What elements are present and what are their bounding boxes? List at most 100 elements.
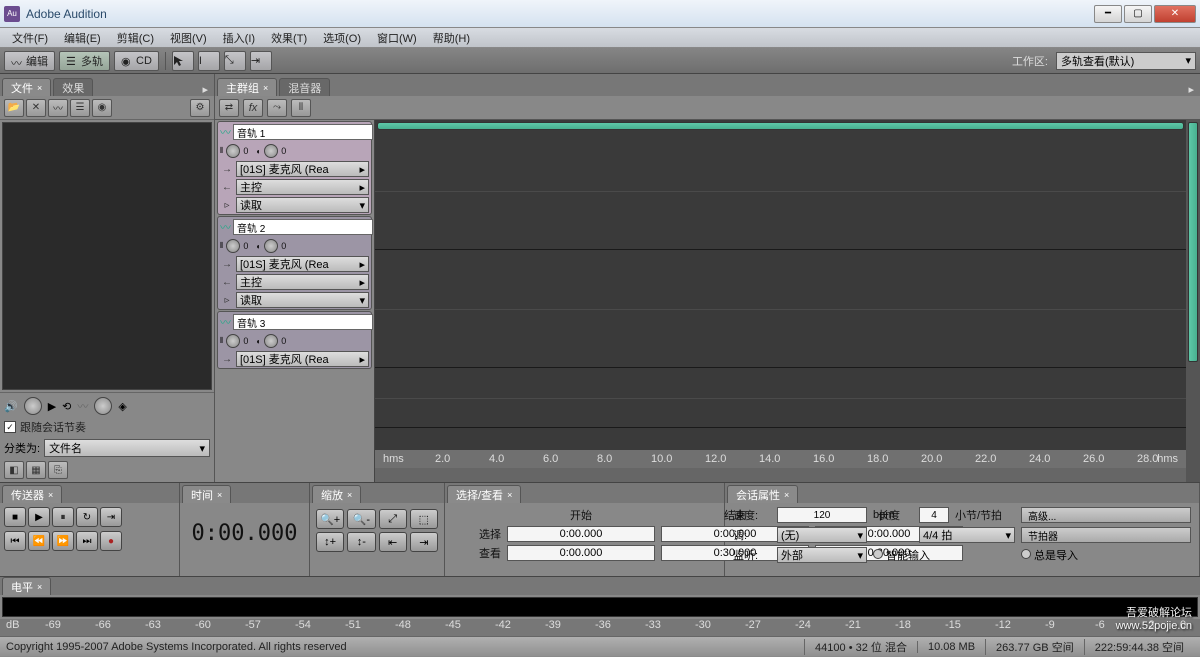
- inputs-button[interactable]: ⇄: [219, 99, 239, 117]
- preview-icon[interactable]: 〰: [77, 398, 88, 414]
- sel-start-input[interactable]: [507, 526, 655, 542]
- forward-button[interactable]: ⏩: [52, 531, 74, 551]
- eq-button[interactable]: ⫴: [291, 99, 311, 117]
- tab-levels[interactable]: 电平×: [2, 577, 51, 595]
- play-button[interactable]: ▶: [28, 507, 50, 527]
- menu-options[interactable]: 选项(O): [315, 28, 369, 48]
- time-select-tool[interactable]: I: [198, 51, 220, 71]
- vertical-scrollbar[interactable]: [1186, 120, 1200, 482]
- sort-dropdown[interactable]: 文件名▾: [44, 439, 210, 457]
- track-lane-3[interactable]: [375, 368, 1186, 428]
- stop-button[interactable]: ■: [4, 507, 26, 527]
- time-ruler[interactable]: hms 2.0 4.0 6.0 8.0 10.0 12.0 14.0 16.0 …: [375, 450, 1186, 468]
- tab-transport[interactable]: 传送器×: [2, 485, 62, 503]
- fx-button[interactable]: fx: [243, 99, 263, 117]
- input-select[interactable]: [01S] 麦克风 (Rea▸: [236, 351, 369, 367]
- automation-select[interactable]: 读取▾: [236, 197, 369, 213]
- rewind-button[interactable]: ⏪: [28, 531, 50, 551]
- hybrid-tool[interactable]: ⤡: [224, 51, 246, 71]
- smart-input-radio[interactable]: [873, 549, 883, 559]
- track-name-input[interactable]: [233, 219, 373, 235]
- minimize-button[interactable]: ━: [1094, 5, 1122, 23]
- zoom-selection-button[interactable]: ⬚: [410, 509, 438, 529]
- pan-knob[interactable]: [264, 144, 278, 158]
- track-name-input[interactable]: [233, 124, 373, 140]
- view-start-input[interactable]: [507, 545, 655, 561]
- autoplay-icon[interactable]: ▶: [48, 400, 56, 413]
- loop-icon[interactable]: ⟲: [62, 400, 71, 413]
- input-select[interactable]: [01S] 麦克风 (Rea▸: [236, 161, 369, 177]
- advanced-button[interactable]: 高级...: [1021, 507, 1191, 523]
- menu-file[interactable]: 文件(F): [4, 28, 56, 48]
- track-lane-2[interactable]: [375, 250, 1186, 368]
- track-header-2[interactable]: 〰 M S R ⫴0◐0 →[01S] 麦克风 (Rea▸ ←主控▸ ▹读取▾: [217, 216, 372, 310]
- panel-menu-button[interactable]: ▸: [198, 83, 212, 96]
- pause-button[interactable]: ⏸: [52, 507, 74, 527]
- metronome-button[interactable]: 节拍器: [1021, 527, 1191, 543]
- timeline-overview[interactable]: [377, 122, 1184, 130]
- close-icon[interactable]: ×: [37, 83, 42, 93]
- tab-zoom[interactable]: 缩放×: [312, 485, 361, 503]
- file-list[interactable]: [2, 122, 212, 390]
- track-header-3[interactable]: 〰 M S R ⫴0◐0 →[01S] 麦克风 (Rea▸: [217, 311, 372, 369]
- output-select[interactable]: 主控▸: [236, 274, 369, 290]
- volume-knob[interactable]: [226, 144, 240, 158]
- zoom-out-v-button[interactable]: ↕-: [347, 532, 375, 552]
- horizontal-scrollbar[interactable]: [375, 468, 1186, 482]
- tab-selection-view[interactable]: 选择/查看×: [447, 485, 521, 503]
- tab-effects[interactable]: 效果: [53, 78, 93, 96]
- pan-knob[interactable]: [264, 239, 278, 253]
- monitoring-select[interactable]: 外部▾: [777, 547, 867, 563]
- multitrack-mode-button[interactable]: ☰多轨: [59, 51, 110, 71]
- always-input-radio[interactable]: [1021, 549, 1031, 559]
- zoom-full-button[interactable]: ⤢: [379, 509, 407, 529]
- tab-session-props[interactable]: 会话属性×: [727, 485, 798, 503]
- close-button[interactable]: ✕: [1154, 5, 1196, 23]
- close-file-button[interactable]: ✕: [26, 99, 46, 117]
- preview-knob[interactable]: [94, 397, 112, 415]
- zoom-in-h-button[interactable]: 🔍+: [316, 509, 344, 529]
- sends-button[interactable]: ⤳: [267, 99, 287, 117]
- timesig-select[interactable]: 4/4 拍▾: [919, 527, 1015, 543]
- input-select[interactable]: [01S] 麦克风 (Rea▸: [236, 256, 369, 272]
- full-path-button[interactable]: ⎘: [48, 461, 68, 479]
- volume-knob[interactable]: [226, 239, 240, 253]
- menu-help[interactable]: 帮助(H): [425, 28, 478, 48]
- menu-insert[interactable]: 插入(I): [215, 28, 263, 48]
- insert-cd-button[interactable]: ◉: [92, 99, 112, 117]
- go-end-button[interactable]: ⏭: [76, 531, 98, 551]
- level-meter[interactable]: [2, 597, 1198, 617]
- zoom-out-h-button[interactable]: 🔍-: [347, 509, 375, 529]
- output-select[interactable]: 主控▸: [236, 179, 369, 195]
- scrub-tool[interactable]: ⇥: [250, 51, 272, 71]
- play-looped-button[interactable]: ↻: [76, 507, 98, 527]
- tab-main-group[interactable]: 主群组×: [217, 78, 277, 96]
- menu-view[interactable]: 视图(V): [162, 28, 215, 48]
- menu-window[interactable]: 窗口(W): [369, 28, 425, 48]
- options-button[interactable]: ⚙: [190, 99, 210, 117]
- move-tool[interactable]: [172, 51, 194, 71]
- zoom-in-right-button[interactable]: ⇥: [410, 532, 438, 552]
- record-button[interactable]: ●: [100, 531, 122, 551]
- tempo-input[interactable]: [777, 507, 867, 523]
- time-display[interactable]: 0:00.000: [180, 503, 309, 564]
- edit-file-button[interactable]: 〰: [48, 99, 68, 117]
- track-header-1[interactable]: 〰 M S R ⫴0◐0 →[01S] 麦克风 (Rea▸ ←主控▸ ▹读取▾: [217, 121, 372, 215]
- tab-files[interactable]: 文件×: [2, 78, 51, 96]
- cd-mode-button[interactable]: ◉CD: [114, 51, 159, 71]
- go-start-button[interactable]: ⏮: [4, 531, 26, 551]
- close-icon[interactable]: ×: [263, 83, 268, 93]
- maximize-button[interactable]: ▢: [1124, 5, 1152, 23]
- bars-input[interactable]: [919, 507, 949, 523]
- automation-select[interactable]: 读取▾: [236, 292, 369, 308]
- menu-edit[interactable]: 编辑(E): [56, 28, 109, 48]
- volume-knob[interactable]: [24, 397, 42, 415]
- speaker-icon[interactable]: 🔊: [4, 400, 18, 413]
- workspace-select[interactable]: 多轨查看(默认)▾: [1056, 52, 1196, 70]
- insert-multitrack-button[interactable]: ☰: [70, 99, 90, 117]
- pan-knob[interactable]: [264, 334, 278, 348]
- menu-effects[interactable]: 效果(T): [263, 28, 315, 48]
- tab-time[interactable]: 时间×: [182, 485, 231, 503]
- timeline[interactable]: hms 2.0 4.0 6.0 8.0 10.0 12.0 14.0 16.0 …: [375, 120, 1186, 482]
- tab-mixer[interactable]: 混音器: [279, 78, 330, 96]
